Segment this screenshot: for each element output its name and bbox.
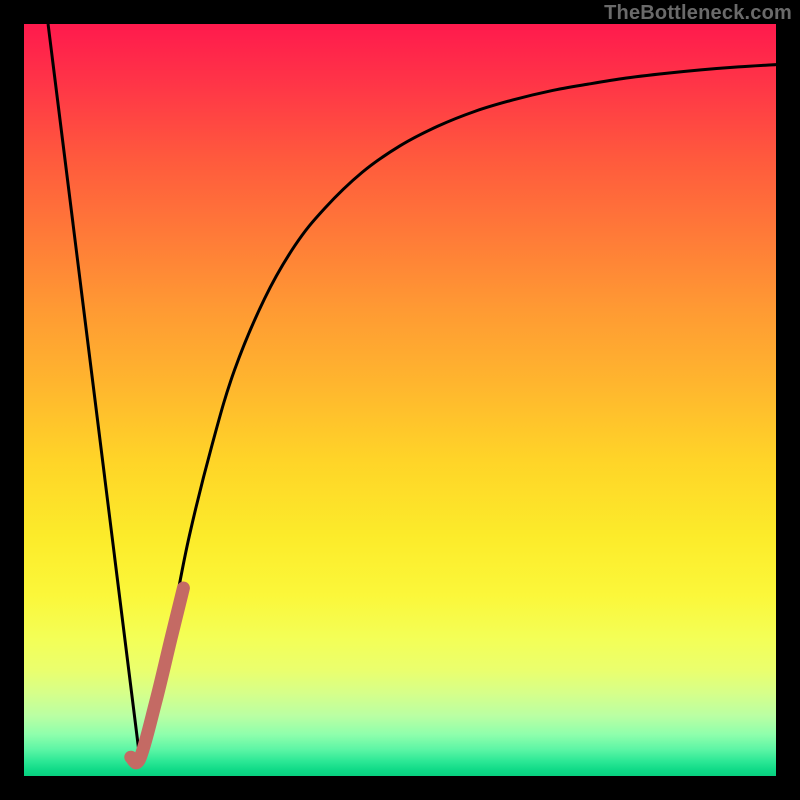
chart-svg [24, 24, 776, 776]
watermark-text: TheBottleneck.com [604, 2, 792, 25]
series-main-curve [140, 65, 776, 759]
plot-area [24, 24, 776, 776]
series-left-falling [48, 24, 140, 759]
chart-container: TheBottleneck.com [0, 0, 800, 800]
series-accent-segment [131, 588, 184, 763]
